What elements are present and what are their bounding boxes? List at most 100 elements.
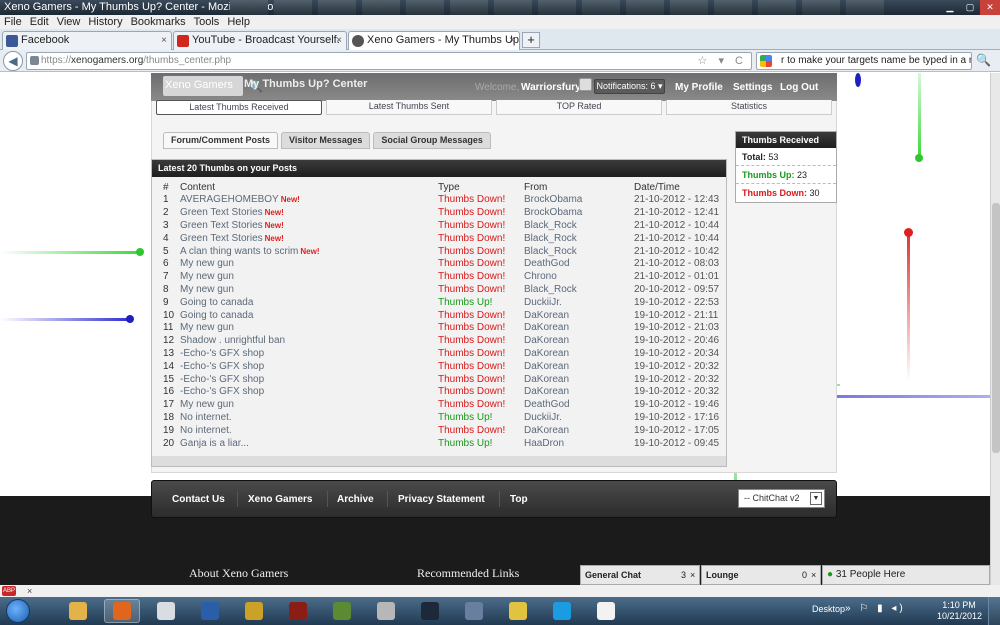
scrollbar-thumb[interactable]: [992, 203, 1000, 453]
desktop-toolbar-label[interactable]: Desktop: [812, 604, 845, 614]
google-icon[interactable]: [760, 55, 772, 67]
subnav-latest-sent[interactable]: Latest Thumbs Sent: [326, 100, 492, 115]
footer-link-top[interactable]: Top: [510, 494, 528, 505]
post-title-link[interactable]: My new gun: [176, 322, 438, 335]
footer-link-privacy-statement[interactable]: Privacy Statement: [398, 494, 485, 505]
start-button[interactable]: [6, 599, 30, 623]
from-user-link[interactable]: Chrono: [524, 271, 634, 284]
taskbar-app-folder-app[interactable]: [368, 599, 404, 623]
search-input[interactable]: r to make your targets name be typed in …: [756, 52, 972, 70]
menu-history[interactable]: History: [84, 15, 126, 29]
taskbar-app-cs-app[interactable]: [588, 599, 624, 623]
footer-link-archive[interactable]: Archive: [337, 494, 374, 505]
taskbar-app-diablo[interactable]: [280, 599, 316, 623]
site-identity-icon[interactable]: [30, 56, 39, 65]
tab-close-icon[interactable]: ×: [336, 32, 342, 49]
taskbar-app-skype[interactable]: [544, 599, 580, 623]
post-title-link[interactable]: My new gun: [176, 284, 438, 297]
from-user-link[interactable]: DaKorean: [524, 373, 634, 386]
from-user-link[interactable]: DaKorean: [524, 424, 634, 437]
tab-forum-comment-posts[interactable]: Forum/Comment Posts: [163, 132, 279, 149]
back-button[interactable]: ◀: [3, 51, 23, 71]
chevron-down-icon[interactable]: ▼: [810, 492, 822, 505]
style-select[interactable]: -- ChitChat v2 ▼: [738, 489, 825, 508]
from-user-link[interactable]: DuckiiJr.: [524, 412, 634, 425]
post-title-link[interactable]: My new gun: [176, 399, 438, 412]
settings-link[interactable]: Settings: [733, 82, 772, 93]
tab-facebook[interactable]: Facebook ×: [2, 31, 172, 50]
subnav-latest-received[interactable]: Latest Thumbs Received: [156, 100, 322, 115]
from-user-link[interactable]: DaKorean: [524, 322, 634, 335]
my-profile-link[interactable]: My Profile: [675, 82, 723, 93]
from-user-link[interactable]: DuckiiJr.: [524, 296, 634, 309]
menu-view[interactable]: View: [53, 15, 85, 29]
url-bar-icons[interactable]: ☆ ▾ C: [698, 53, 747, 69]
post-title-link[interactable]: No internet.: [176, 412, 438, 425]
close-window-button[interactable]: ✕: [980, 0, 1000, 15]
avatar[interactable]: [579, 78, 592, 91]
post-title-link[interactable]: AVERAGEHOMEBOY New!: [176, 194, 438, 207]
maximize-button[interactable]: ▢: [960, 0, 980, 15]
url-bar[interactable]: https://xenogamers.org/thumbs_center.php…: [26, 52, 752, 70]
search-icon[interactable]: 🔍: [976, 53, 991, 67]
post-title-link[interactable]: Green Text Stories New!: [176, 232, 438, 245]
post-title-link[interactable]: Going to canada: [176, 309, 438, 322]
from-user-link[interactable]: Black_Rock: [524, 232, 634, 245]
post-title-link[interactable]: A clan thing wants to scrim New!: [176, 245, 438, 258]
post-title-link[interactable]: My new gun: [176, 258, 438, 271]
notifications-dropdown[interactable]: Notifications: 6 ▾: [594, 79, 665, 94]
close-icon[interactable]: ×: [811, 566, 816, 584]
minimize-button[interactable]: ▁: [940, 0, 960, 15]
tab-xeno-gamers[interactable]: Xeno Gamers - My Thumbs Up? Center ×: [348, 31, 520, 50]
post-title-link[interactable]: Ganja is a liar...: [176, 437, 438, 450]
adblock-icon[interactable]: ABP: [2, 586, 16, 596]
subnav-statistics[interactable]: Statistics: [666, 100, 832, 115]
taskbar-app-tool-app[interactable]: [500, 599, 536, 623]
menu-file[interactable]: File: [0, 15, 26, 29]
menu-help[interactable]: Help: [223, 15, 254, 29]
from-user-link[interactable]: Black_Rock: [524, 220, 634, 233]
tab-social-group-messages[interactable]: Social Group Messages: [373, 132, 491, 149]
post-title-link[interactable]: Green Text Stories New!: [176, 220, 438, 233]
post-title-link[interactable]: Going to canada: [176, 296, 438, 309]
from-user-link[interactable]: DaKorean: [524, 348, 634, 361]
from-user-link[interactable]: DaKorean: [524, 386, 634, 399]
from-user-link[interactable]: DaKorean: [524, 309, 634, 322]
from-user-link[interactable]: DeathGod: [524, 258, 634, 271]
post-title-link[interactable]: Shadow . unrightful ban: [176, 335, 438, 348]
taskbar-app-media-app[interactable]: [456, 599, 492, 623]
taskbar-app-explorer[interactable]: [60, 599, 96, 623]
from-user-link[interactable]: HaaDron: [524, 437, 634, 450]
post-title-link[interactable]: Green Text Stories New!: [176, 207, 438, 220]
post-title-link[interactable]: -Echo-'s GFX shop: [176, 348, 438, 361]
from-user-link[interactable]: DeathGod: [524, 399, 634, 412]
system-tray-icons[interactable]: » ⚐ ▮ ◂): [845, 603, 906, 614]
new-tab-button[interactable]: +: [522, 32, 540, 48]
taskbar-app-helmet[interactable]: [148, 599, 184, 623]
taskbar-app-lol[interactable]: [192, 599, 228, 623]
menu-edit[interactable]: Edit: [26, 15, 53, 29]
lounge-chat-tab[interactable]: Lounge 0 ×: [701, 565, 821, 585]
general-chat-tab[interactable]: General Chat 3 ×: [580, 565, 700, 585]
from-user-link[interactable]: DaKorean: [524, 335, 634, 348]
tab-visitor-messages[interactable]: Visitor Messages: [281, 132, 371, 149]
show-desktop-button[interactable]: [988, 597, 1000, 625]
tab-close-icon[interactable]: ×: [161, 32, 167, 49]
from-user-link[interactable]: BrockObama: [524, 207, 634, 220]
post-title-link[interactable]: No internet.: [176, 424, 438, 437]
menu-tools[interactable]: Tools: [190, 15, 224, 29]
close-icon[interactable]: ×: [690, 566, 695, 584]
tab-youtube[interactable]: YouTube - Broadcast Yourself. ×: [173, 31, 347, 50]
post-title-link[interactable]: -Echo-'s GFX shop: [176, 386, 438, 399]
close-icon[interactable]: ×: [27, 585, 32, 597]
post-title-link[interactable]: -Echo-'s GFX shop: [176, 360, 438, 373]
from-user-link[interactable]: Black_Rock: [524, 284, 634, 297]
from-user-link[interactable]: BrockObama: [524, 194, 634, 207]
subnav-top-rated[interactable]: TOP Rated: [496, 100, 662, 115]
taskbar-app-wow[interactable]: [236, 599, 272, 623]
post-title-link[interactable]: -Echo-'s GFX shop: [176, 373, 438, 386]
username-link[interactable]: Warriorsfury: [521, 82, 581, 93]
footer-link-xeno-gamers[interactable]: Xeno Gamers: [248, 494, 312, 505]
from-user-link[interactable]: Black_Rock: [524, 245, 634, 258]
taskbar-app-firefox[interactable]: [104, 599, 140, 623]
